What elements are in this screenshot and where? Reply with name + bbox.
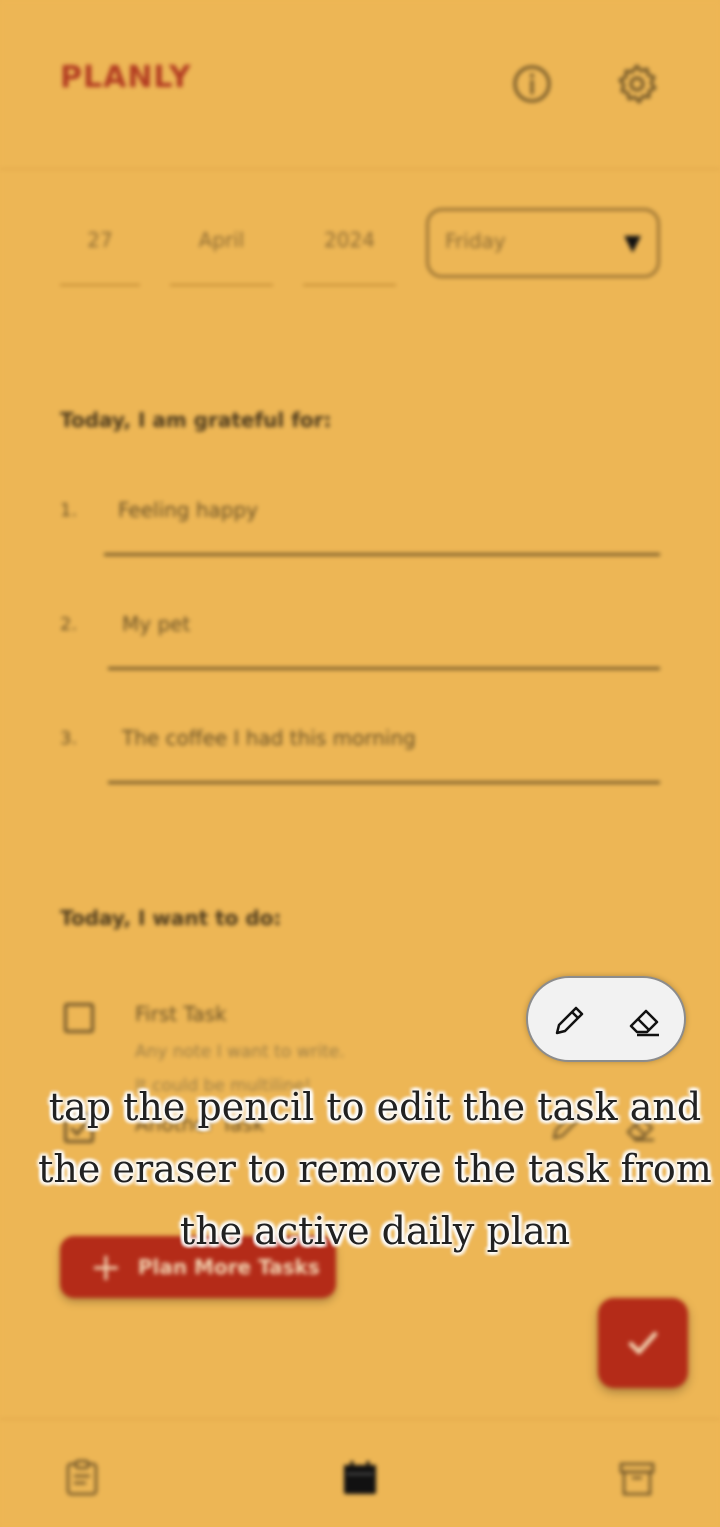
day-field[interactable]: 27: [60, 218, 140, 286]
archive-icon[interactable]: [617, 1458, 657, 1498]
gratitude-number: 1.: [60, 500, 78, 521]
app-title: PLANLY: [60, 60, 192, 95]
tutorial-hint-text: tap the pencil to edit the task and the …: [38, 1085, 712, 1253]
task-title: First Task: [135, 1002, 227, 1026]
month-field[interactable]: April: [170, 218, 273, 286]
save-check-button[interactable]: [598, 1298, 688, 1388]
gratitude-number: 2.: [60, 614, 78, 635]
gratitude-number: 3.: [60, 728, 78, 749]
weekday-value: Friday: [445, 229, 506, 253]
gear-icon[interactable]: [615, 62, 659, 106]
pencil-icon[interactable]: [550, 1002, 588, 1040]
task-checkbox[interactable]: [64, 1003, 94, 1033]
gratitude-input-3[interactable]: The coffee I had this morning: [108, 714, 660, 784]
app-screen: PLANLY 27 April 2024 Friday ▼ Today, I a…: [0, 0, 720, 1527]
task-note: Any note I want to write.: [135, 1042, 345, 1062]
calendar-icon[interactable]: [340, 1458, 380, 1498]
gratitude-input-2[interactable]: My pet: [108, 600, 660, 670]
top-bar: PLANLY: [0, 0, 720, 170]
highlighted-task-actions: [526, 976, 686, 1062]
year-field[interactable]: 2024: [303, 218, 396, 286]
chevron-down-icon: ▼: [624, 231, 641, 256]
weekday-select[interactable]: Friday ▼: [426, 208, 660, 278]
eraser-icon[interactable]: [626, 1002, 664, 1040]
clipboard-icon[interactable]: [62, 1458, 102, 1498]
tasks-heading: Today, I want to do:: [60, 906, 282, 930]
info-icon[interactable]: [510, 62, 554, 106]
check-icon: [628, 1331, 658, 1355]
gratitude-heading: Today, I am grateful for:: [60, 408, 332, 432]
gratitude-input-1[interactable]: Feeling happy: [104, 486, 660, 556]
bottom-nav: [0, 1418, 720, 1527]
